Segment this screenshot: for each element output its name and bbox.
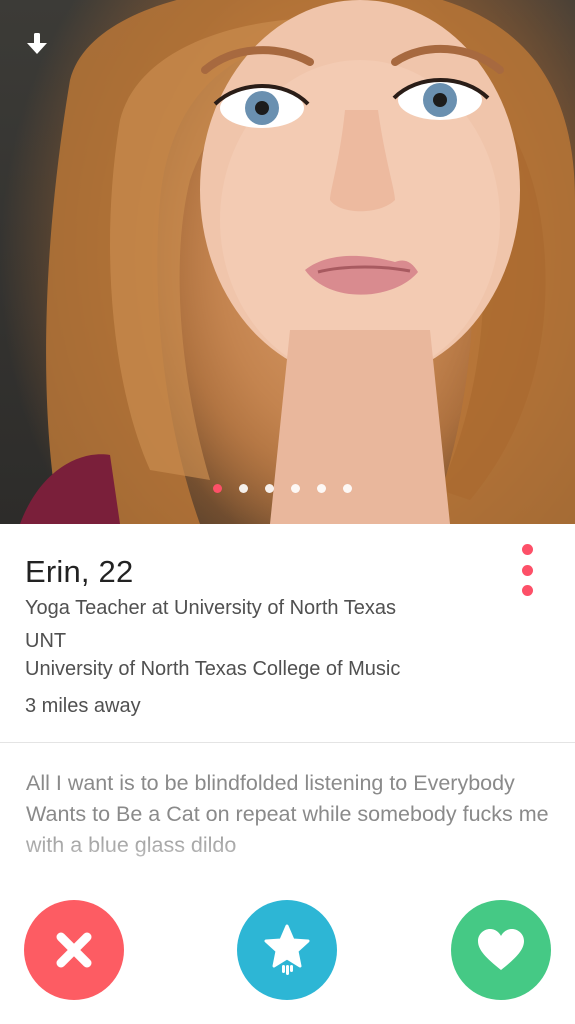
photo-dot-4[interactable] xyxy=(291,484,300,493)
profile-distance: 3 miles away xyxy=(25,695,141,717)
download-arrow-icon xyxy=(27,33,47,54)
superlike-button[interactable] xyxy=(237,900,337,1000)
like-button[interactable] xyxy=(451,900,551,1000)
vertical-dots-icon xyxy=(521,544,533,555)
divider xyxy=(0,742,575,743)
more-options-button[interactable] xyxy=(515,544,539,596)
photo-dot-1[interactable] xyxy=(213,484,222,493)
profile-school-short: UNT xyxy=(25,630,67,652)
photo-dot-3[interactable] xyxy=(265,484,274,493)
photo-pager[interactable] xyxy=(213,484,352,493)
photo-dot-6[interactable] xyxy=(343,484,352,493)
photo-dot-5[interactable] xyxy=(317,484,326,493)
x-icon xyxy=(56,932,92,968)
photo-dot-2[interactable] xyxy=(239,484,248,493)
profile-school-full: University of North Texas College of Mus… xyxy=(25,658,401,680)
nope-button[interactable] xyxy=(24,900,124,1000)
star-icon xyxy=(264,924,310,975)
profile-bio: All I want is to be blindfolded listenin… xyxy=(26,771,549,857)
download-button[interactable] xyxy=(26,32,60,66)
profile-name-age: Erin, 22 xyxy=(25,554,134,589)
profile-photo[interactable] xyxy=(0,0,575,524)
heart-icon xyxy=(478,929,524,970)
profile-job: Yoga Teacher at University of North Texa… xyxy=(25,597,396,619)
portrait-illustration xyxy=(20,0,575,524)
profile-info: Erin, 22 Yoga Teacher at University of N… xyxy=(0,524,575,742)
action-bar xyxy=(0,900,575,1000)
